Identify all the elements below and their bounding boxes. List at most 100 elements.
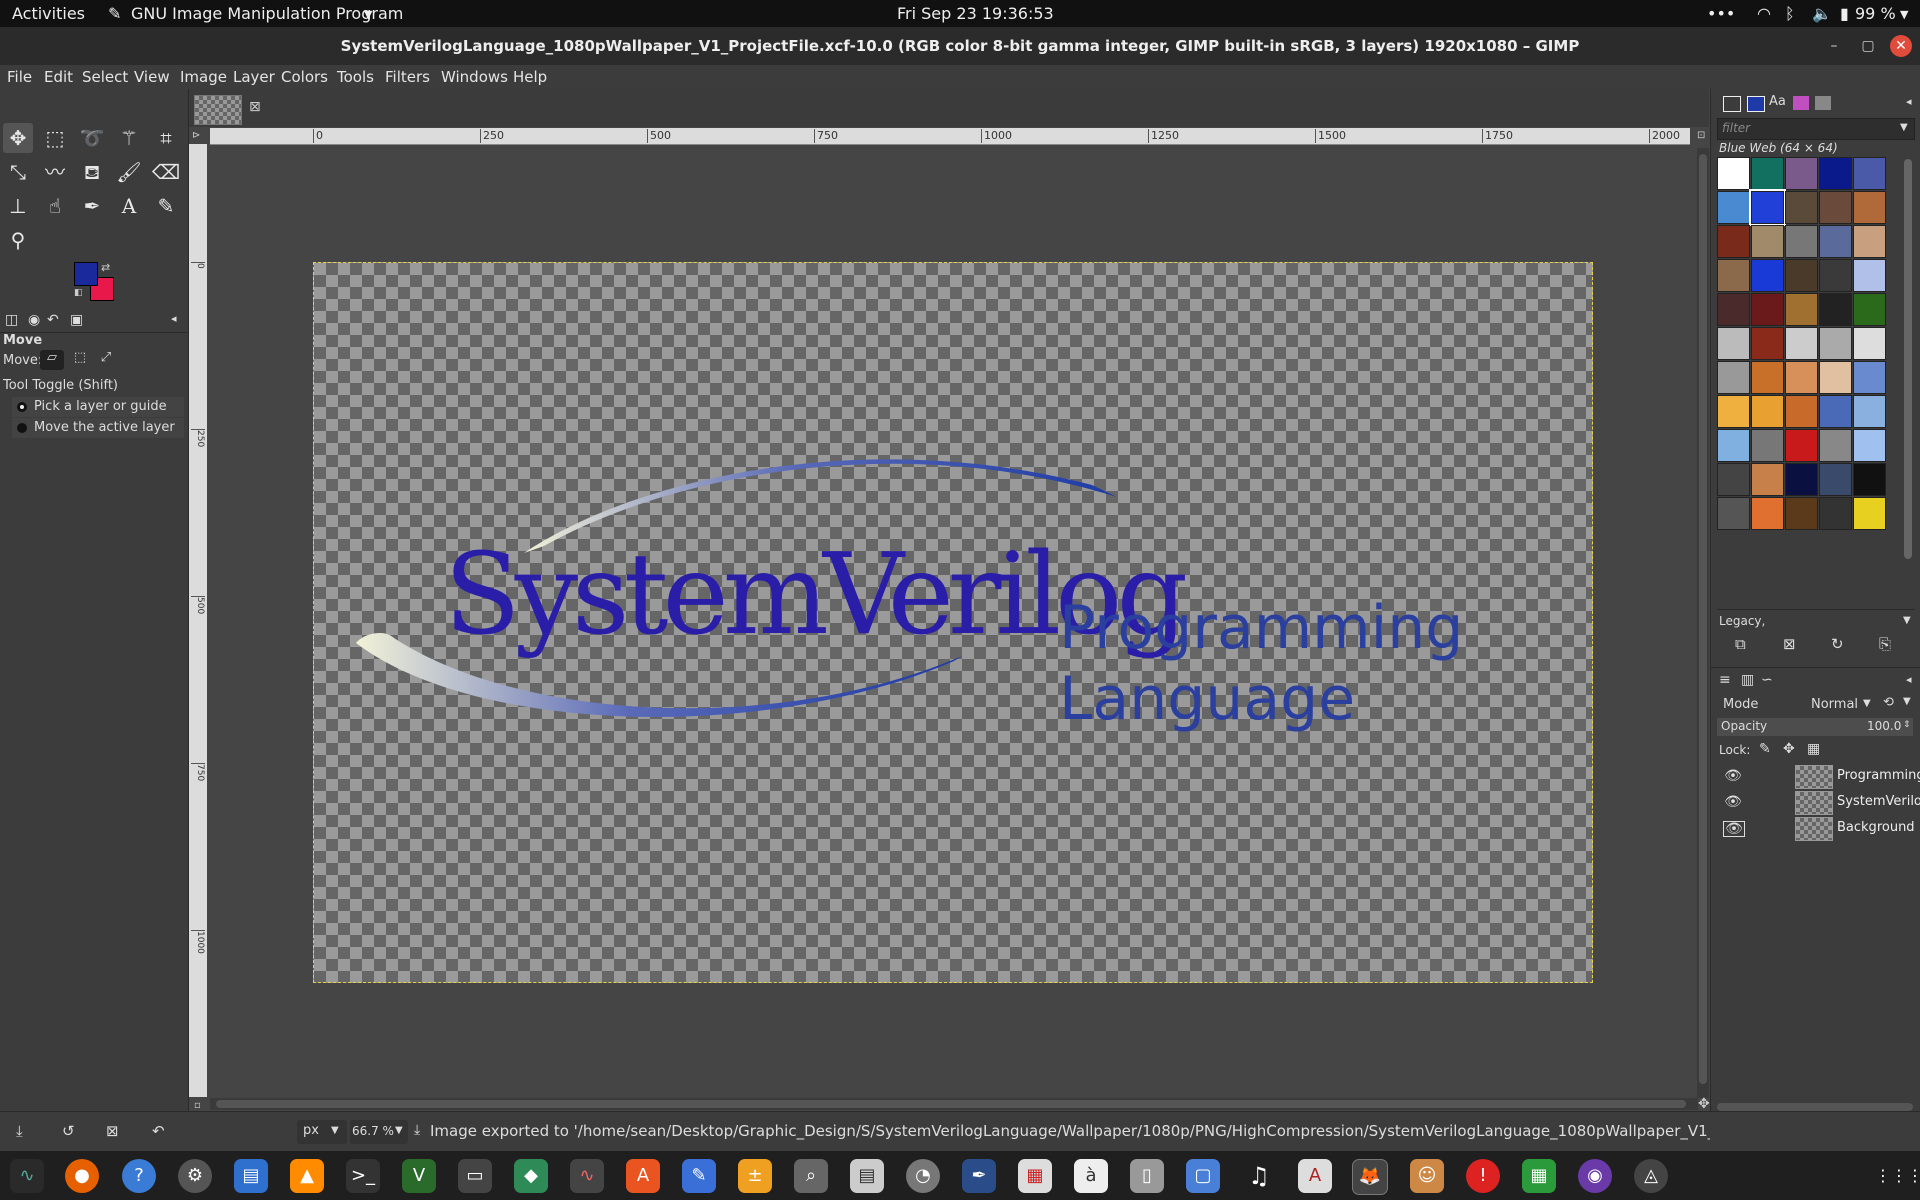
shapes-app-icon[interactable]: ◆ [514,1159,548,1193]
save-options-icon[interactable]: ⤓ [16,1122,23,1140]
spreadsheet-icon[interactable]: ▦ [1522,1159,1556,1193]
pattern-swatch[interactable] [1853,327,1886,360]
pattern-swatch[interactable] [1751,429,1784,462]
archive-manager-icon[interactable]: ▯ [1130,1159,1164,1193]
paths-tab-icon[interactable]: ∽ [1761,672,1773,688]
move-tool-icon[interactable]: ✥ [3,123,33,153]
gimp-icon[interactable]: 🦊 [1352,1159,1388,1195]
pattern-swatch[interactable] [1785,327,1818,360]
paths-tool-icon[interactable]: ✒ [77,191,107,221]
menu-tools[interactable]: Tools [337,68,374,86]
clone-tool-icon[interactable]: ⊥ [3,191,33,221]
swap-colors-icon[interactable]: ⇄ [101,261,110,274]
minimize-icon[interactable]: – [1823,35,1845,57]
bluetooth-icon[interactable]: ᛒ [1785,4,1795,23]
wifi-icon[interactable]: ◠ [1757,4,1771,23]
layers-hscrollbar[interactable] [1717,1103,1913,1111]
images-tab-icon[interactable]: ▣ [70,312,83,328]
lasso-tool-icon[interactable]: ➰ [77,123,107,153]
vlc-icon[interactable]: ▲ [290,1159,324,1193]
delete-options-icon[interactable]: ⊠ [106,1122,119,1140]
pattern-swatch[interactable] [1819,497,1852,530]
panel-menu-icon[interactable]: ◂ [171,312,177,325]
move-selection-mode-icon[interactable]: ⬚ [68,350,92,370]
vim-icon[interactable]: V [402,1159,436,1193]
pattern-swatch[interactable] [1751,361,1784,394]
device-status-tab-icon[interactable]: ◉ [28,312,40,328]
paintbrush-tool-icon[interactable]: 🖌 [114,157,144,187]
pattern-swatch[interactable] [1751,157,1784,190]
pattern-swatch[interactable] [1853,157,1886,190]
pattern-swatch[interactable] [1751,463,1784,496]
layer-row[interactable]: 👁 Programming [1711,763,1920,789]
lock-pixels-icon[interactable]: ✎ [1759,741,1771,757]
inkscape-icon[interactable]: ✒ [962,1159,996,1193]
pattern-swatch[interactable] [1853,191,1886,224]
navigate-corner-icon[interactable]: ⊡ [1697,130,1709,144]
menu-select[interactable]: Select [82,68,128,86]
pattern-swatch[interactable] [1717,259,1750,292]
fuzzy-select-tool-icon[interactable]: ⚚ [114,123,144,153]
close-tab-icon[interactable]: ⊠ [249,99,261,115]
pattern-swatch[interactable] [1751,327,1784,360]
rect-select-tool-icon[interactable]: ⬚ [40,123,70,153]
pattern-swatch[interactable] [1819,327,1852,360]
refresh-patterns-icon[interactable]: ↻ [1831,635,1844,653]
pattern-swatch[interactable] [1819,191,1852,224]
pattern-swatch[interactable] [1853,463,1886,496]
visibility-eye-icon[interactable]: 👁 [1723,769,1743,783]
pattern-swatch[interactable] [1751,395,1784,428]
move-active-layer-option[interactable]: Move the active layer [12,418,184,438]
volume-icon[interactable]: 🔈 [1812,4,1832,23]
music-player-icon[interactable]: ♫ [1242,1159,1276,1193]
window-title-bar[interactable]: SystemVerilogLanguage_1080pWallpaper_V1_… [0,27,1920,65]
composite-mode-icon[interactable]: ⟲ [1883,695,1894,710]
activities-button[interactable]: Activities [12,4,85,23]
pattern-swatch[interactable] [1785,157,1818,190]
system-monitor-icon[interactable]: ∿ [10,1159,44,1193]
pick-layer-option[interactable]: Pick a layer or guide [12,397,184,417]
pattern-swatch[interactable] [1853,225,1886,258]
pattern-grid[interactable] [1717,157,1897,605]
image-tab-thumbnail[interactable] [194,95,242,125]
screen-app-icon[interactable]: ▢ [1186,1159,1220,1193]
quick-mask-toggle-icon[interactable]: ▫ [194,1100,201,1111]
pattern-swatch[interactable] [1853,497,1886,530]
image-viewer-icon[interactable]: ⌕ [794,1159,828,1193]
pattern-swatch[interactable] [1819,157,1852,190]
disk-usage-icon[interactable]: ◔ [906,1159,940,1193]
maximize-icon[interactable]: ▢ [1857,35,1879,57]
pattern-swatch[interactable] [1717,361,1750,394]
text-tool-icon[interactable]: A [114,191,144,221]
clock[interactable]: Fri Sep 23 19:36:53 [897,4,1054,23]
pattern-swatch[interactable] [1785,259,1818,292]
tool-options-tab-icon[interactable]: ◫ [5,312,18,328]
move-layer-mode-icon[interactable]: ▱ [40,350,64,370]
pattern-swatch[interactable] [1819,463,1852,496]
foreground-color-swatch[interactable] [74,262,98,286]
visibility-eye-icon[interactable]: 👁 [1723,821,1745,837]
quick-mask-corner-icon[interactable]: ⊳ [192,130,206,144]
fonts-tab-icon[interactable]: Aa [1769,94,1786,109]
pattern-swatch[interactable] [1717,191,1750,224]
horizontal-scrollbar[interactable] [210,1098,1698,1110]
document-viewer-icon[interactable]: ▦ [1018,1159,1052,1193]
duplicate-pattern-icon[interactable]: ⧉ [1735,635,1746,653]
pattern-swatch[interactable] [1785,293,1818,326]
menu-layer[interactable]: Layer [233,68,275,86]
pattern-swatch[interactable] [1749,189,1786,226]
vertical-ruler[interactable]: 0 250 500 750 1000 [189,144,207,1097]
pattern-swatch[interactable] [1717,395,1750,428]
updater-icon[interactable]: ◬ [1634,1159,1668,1193]
text-editor-icon[interactable]: ✎ [682,1159,716,1193]
default-colors-icon[interactable]: ◧ [74,288,83,298]
menu-edit[interactable]: Edit [44,68,73,86]
filter-dropdown-icon[interactable]: ▼ [1900,122,1908,133]
game-icon[interactable]: ☺ [1410,1159,1444,1193]
pattern-swatch[interactable] [1717,429,1750,462]
obs-icon[interactable]: ◉ [1578,1159,1612,1193]
show-apps-icon[interactable]: ⋮⋮⋮ [1875,1159,1920,1193]
pattern-swatch[interactable] [1819,429,1852,462]
tag-dropdown-icon[interactable]: ▼ [1903,615,1911,626]
visibility-eye-icon[interactable]: 👁 [1723,795,1743,809]
